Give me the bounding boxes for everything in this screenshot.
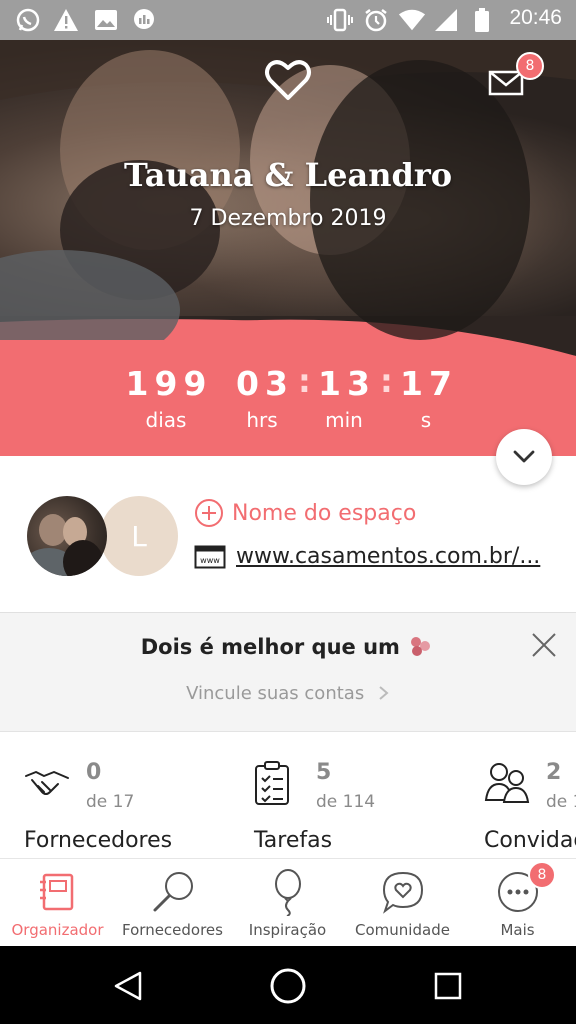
notebook-icon [0, 867, 115, 917]
svg-text:www: www [200, 556, 220, 565]
stat-count: 5 [316, 760, 332, 785]
link-accounts-banner: Dois é melhor que um Vincule suas contas [0, 613, 576, 732]
nav-label: Comunidade [355, 921, 450, 939]
minutes-label: min [325, 408, 363, 432]
status-bar: 20:46 [0, 0, 576, 40]
back-button[interactable] [112, 970, 144, 1006]
nav-fornecedores[interactable]: Fornecedores [115, 859, 230, 947]
stat-total: de 114 [316, 792, 376, 812]
image-icon [92, 6, 120, 34]
stat-label: Tarefas [254, 828, 333, 853]
wedding-date: 7 Dezembro 2019 [189, 206, 387, 231]
stat-count: 2 [546, 760, 562, 785]
countdown-separator: : [380, 362, 393, 400]
checklist-icon [255, 761, 289, 805]
stat-total: de 17 [86, 792, 135, 812]
warning-icon [52, 6, 80, 34]
link-accounts-button[interactable]: Vincule suas contas [0, 683, 576, 704]
mail-badge: 8 [516, 52, 544, 80]
stat-label: Convidad [484, 828, 576, 853]
days-label: dias [145, 408, 187, 432]
couple-names: Tauana & Leandro [123, 156, 453, 194]
clock: 20:46 [509, 6, 562, 29]
banner-title-row: Dois é melhor que um [0, 635, 576, 659]
heart-logo-icon [264, 58, 312, 106]
system-navigation-bar [0, 946, 576, 1024]
close-banner-button[interactable] [530, 631, 558, 663]
stat-tasks[interactable]: 5 de 114 Tarefas [254, 760, 474, 856]
nav-label: Mais [500, 921, 535, 939]
venue-button[interactable]: Nome do espaço [194, 498, 416, 528]
countdown-days: 199 [125, 364, 213, 403]
website-icon: www [194, 545, 226, 568]
signal-icon [432, 6, 460, 34]
whatsapp-icon [14, 6, 42, 34]
home-icon [270, 968, 306, 1004]
nav-label: Inspiração [248, 921, 327, 939]
nav-label: Fornecedores [122, 921, 223, 939]
stats-icon [130, 6, 158, 34]
nav-mais[interactable]: 8 Mais [460, 859, 575, 947]
couple-photo-header: 8 Tauana & Leandro 7 Dezembro 2019 [0, 40, 576, 340]
vibrate-icon [326, 6, 354, 34]
more-icon [460, 867, 575, 917]
profile-section: L Nome do espaço www www.casamentos.com.… [0, 456, 576, 613]
website-link[interactable]: www.casamentos.com.br/... [236, 544, 540, 569]
add-circle-icon [195, 499, 223, 527]
recents-button[interactable] [434, 972, 462, 1004]
countdown-hours: 03 [236, 364, 294, 403]
countdown-minutes: 13 [318, 364, 376, 403]
banner-title: Dois é melhor que um [140, 635, 400, 659]
website-row[interactable]: www www.casamentos.com.br/... [194, 544, 540, 569]
nav-inspiracao[interactable]: Inspiração [230, 859, 345, 947]
search-icon [115, 867, 230, 917]
countdown-separator: : [298, 362, 311, 400]
stat-label: Fornecedores [24, 828, 173, 853]
hours-label: hrs [246, 408, 278, 432]
handshake-icon [25, 771, 69, 795]
bottom-navigation: Organizador Fornecedores Inspiração Comu… [0, 858, 576, 947]
close-icon [532, 633, 556, 657]
partner-initial: L [131, 519, 147, 553]
home-button[interactable] [269, 967, 307, 1009]
chat-heart-icon [345, 867, 460, 917]
wifi-icon [398, 6, 426, 34]
stat-total: de 1 [546, 792, 576, 812]
venue-label: Nome do espaço [232, 500, 417, 526]
stat-vendors[interactable]: 0 de 17 Fornecedores [24, 760, 244, 856]
couple-avatar-photo [27, 514, 103, 576]
recents-icon [434, 972, 462, 1000]
chevron-right-icon [379, 686, 389, 700]
stat-count: 0 [86, 760, 102, 785]
link-accounts-label: Vincule suas contas [186, 683, 365, 704]
countdown-seconds: 17 [400, 364, 458, 403]
nav-organizador[interactable]: Organizador [0, 859, 115, 947]
nav-comunidade[interactable]: Comunidade [345, 859, 460, 947]
back-icon [114, 971, 142, 1001]
guests-icon [484, 763, 530, 803]
partner-avatar[interactable]: L [100, 496, 178, 576]
alarm-icon [362, 6, 390, 34]
couple-avatar[interactable] [27, 496, 107, 576]
balloon-icon [230, 867, 345, 917]
seconds-label: s [420, 408, 432, 432]
stat-guests[interactable]: 2 de 1 Convidad [484, 760, 576, 856]
nav-label: Organizador [11, 921, 104, 939]
more-badge: 8 [528, 861, 556, 889]
battery-icon [468, 6, 496, 34]
hearts-icon [411, 637, 431, 656]
